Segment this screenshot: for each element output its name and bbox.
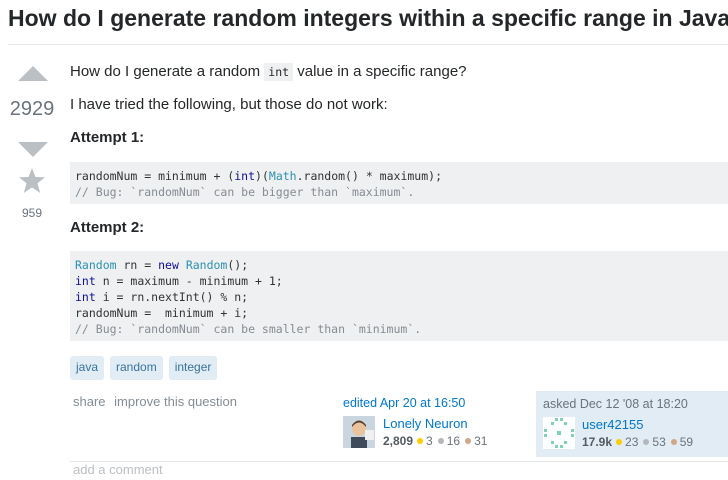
bronze-badges: 59	[670, 435, 694, 449]
reputation-score: 17.9k	[582, 435, 613, 449]
editor-avatar[interactable]	[343, 416, 375, 448]
badge-count: 53	[652, 435, 666, 449]
downvote-arrow-icon[interactable]	[18, 142, 48, 157]
bronze-badge-icon	[670, 439, 677, 445]
favorite-count: 959	[21, 206, 43, 220]
tag-integer[interactable]: integer	[168, 356, 218, 380]
badge-count: 23	[625, 435, 639, 449]
intro-paragraph: How do I generate a random int value in …	[70, 62, 467, 82]
badge-count: 16	[446, 434, 461, 448]
silver-badges: 53	[643, 435, 666, 449]
comment-divider	[70, 461, 728, 462]
asker-card: asked Dec 12 '08 at 18:20 user42155 17.9…	[536, 391, 728, 457]
bronze-badges: 31	[465, 434, 487, 448]
gold-badges: 23	[616, 435, 638, 449]
improve-question-link[interactable]: improve this question	[114, 394, 237, 409]
asker-reputation: 17.9k 23 53 59	[582, 435, 698, 449]
badge-count: 31	[474, 434, 488, 448]
post-menu: share improve this question	[73, 394, 242, 409]
code-comment: // Bug: `randomNum` can be smaller than …	[75, 322, 422, 336]
gold-badge-icon	[417, 438, 424, 444]
silver-badges: 16	[437, 434, 461, 448]
silver-badge-icon	[437, 438, 444, 444]
bronze-badge-icon	[465, 438, 472, 444]
code-comment: // Bug: `randomNum` can be bigger than `…	[75, 185, 415, 199]
edited-timestamp-link[interactable]: edited Apr 20 at 16:50	[343, 396, 523, 410]
code-line: int n = maximum - minimum + 1;	[75, 273, 725, 289]
editor-card: edited Apr 20 at 16:50 Lonely Neuron 2,8…	[343, 396, 523, 456]
gold-badges: 3	[417, 434, 433, 448]
intro-text-end: value in a specific range?	[293, 63, 467, 80]
code-token: )(	[255, 169, 269, 183]
editor-reputation: 2,809 3 16 31	[383, 434, 492, 448]
code-token: int	[234, 169, 256, 183]
code-token: ();	[227, 258, 249, 272]
editor-name-link[interactable]: Lonely Neuron	[383, 416, 468, 431]
code-token: i = rn.nextInt() % n;	[95, 290, 249, 304]
upvote-arrow-icon[interactable]	[18, 66, 48, 81]
code-token: .random() * maximum);	[296, 169, 442, 183]
code-block-attempt-1: randomNum = minimum + (int)(Math.random(…	[70, 162, 728, 204]
badge-count: 3	[426, 434, 433, 448]
share-link[interactable]: share	[73, 394, 106, 409]
code-line: randomNum = minimum + (int)(Math.random(…	[75, 168, 725, 184]
vote-count: 2929	[9, 98, 55, 120]
code-token: n = maximum - minimum + 1;	[95, 274, 283, 288]
code-token: randomNum = minimum + (	[75, 169, 235, 183]
gold-badge-icon	[616, 439, 623, 445]
intro-text: How do I generate a random	[70, 63, 265, 80]
attempt-1-heading: Attempt 1:	[70, 129, 145, 146]
inline-code-int: int	[264, 63, 294, 81]
question-title[interactable]: How do I generate random integers within…	[8, 4, 728, 32]
code-token: rn =	[116, 258, 159, 272]
code-token: Random	[185, 258, 228, 272]
tried-paragraph: I have tried the following, but those do…	[70, 96, 388, 113]
tag-random[interactable]: random	[110, 356, 163, 380]
code-line: int i = rn.nextInt() % n;	[75, 289, 725, 305]
favorite-star-icon[interactable]	[17, 166, 47, 196]
code-token: Random	[75, 258, 117, 272]
reputation-score: 2,809	[383, 434, 414, 448]
code-token: new	[158, 258, 179, 272]
asker-avatar[interactable]	[543, 417, 575, 449]
asker-name-link[interactable]: user42155	[582, 417, 643, 432]
tag-list: java random integer	[70, 356, 218, 380]
tag-java[interactable]: java	[70, 356, 105, 380]
title-divider	[8, 44, 728, 45]
silver-badge-icon	[643, 439, 650, 445]
attempt-2-heading: Attempt 2:	[70, 219, 145, 236]
code-line: randomNum = minimum + i;	[75, 306, 249, 320]
asked-timestamp: asked Dec 12 '08 at 18:20	[543, 397, 688, 411]
code-line: Random rn = new Random();	[75, 257, 725, 273]
add-comment-link[interactable]: add a comment	[73, 462, 163, 477]
code-token: int	[75, 274, 96, 288]
code-token: int	[75, 290, 96, 304]
code-token: Math	[268, 169, 297, 183]
badge-count: 59	[679, 435, 694, 449]
code-block-attempt-2: Random rn = new Random(); int n = maximum…	[70, 251, 728, 341]
